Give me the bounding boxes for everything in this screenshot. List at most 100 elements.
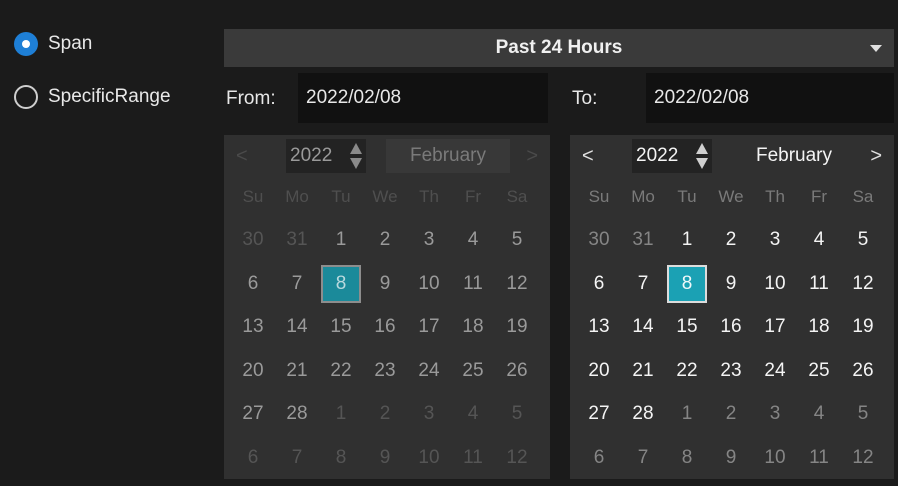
- to-day-cell[interactable]: 7: [621, 436, 665, 480]
- to-day-cell[interactable]: 3: [753, 219, 797, 263]
- to-day-cell[interactable]: 10: [753, 262, 797, 306]
- to-day-cell[interactable]: 10: [753, 436, 797, 480]
- to-day-cell[interactable]: 14: [621, 306, 665, 350]
- from-day-cell[interactable]: 20: [231, 349, 275, 393]
- to-day-cell[interactable]: 8: [665, 436, 709, 480]
- specific-range-radio-button[interactable]: [14, 85, 38, 109]
- to-day-cell[interactable]: 17: [753, 306, 797, 350]
- from-day-cell[interactable]: 7: [275, 262, 319, 306]
- to-day-cell[interactable]: 13: [577, 306, 621, 350]
- from-day-cell[interactable]: 11: [451, 262, 495, 306]
- to-day-cell[interactable]: 25: [797, 349, 841, 393]
- from-day-cell[interactable]: 21: [275, 349, 319, 393]
- from-day-cell[interactable]: 4: [451, 219, 495, 263]
- to-day-cell[interactable]: 6: [577, 436, 621, 480]
- to-day-cell[interactable]: 21: [621, 349, 665, 393]
- to-day-cell[interactable]: 23: [709, 349, 753, 393]
- to-day-cell[interactable]: 16: [709, 306, 753, 350]
- from-date-field[interactable]: 2022/02/08: [298, 73, 548, 123]
- chevron-left-icon[interactable]: <: [582, 145, 594, 168]
- from-day-cell[interactable]: 1: [319, 393, 363, 437]
- to-day-cell[interactable]: 30: [577, 219, 621, 263]
- to-day-cell[interactable]: 19: [841, 306, 885, 350]
- span-dropdown[interactable]: Past 24 Hours: [224, 29, 894, 67]
- span-radio-option[interactable]: Span: [14, 32, 92, 56]
- to-day-cell[interactable]: 12: [841, 436, 885, 480]
- to-year-spinner[interactable]: 2022: [632, 139, 712, 173]
- to-day-cell[interactable]: 1: [665, 393, 709, 437]
- from-year-spinner[interactable]: 2022: [286, 139, 366, 173]
- from-day-cell[interactable]: 2: [363, 393, 407, 437]
- from-day-cell[interactable]: 1: [319, 219, 363, 263]
- from-day-cell[interactable]: 15: [319, 306, 363, 350]
- from-day-cell[interactable]: 26: [495, 349, 539, 393]
- span-radio-button[interactable]: [14, 32, 38, 56]
- from-day-cell[interactable]: 16: [363, 306, 407, 350]
- chevron-right-icon[interactable]: >: [526, 145, 538, 168]
- from-day-cell[interactable]: 3: [407, 393, 451, 437]
- from-day-cell[interactable]: 6: [231, 436, 275, 480]
- chevron-left-icon[interactable]: <: [236, 145, 248, 168]
- from-day-cell[interactable]: 22: [319, 349, 363, 393]
- to-day-cell[interactable]: 3: [753, 393, 797, 437]
- from-day-cell[interactable]: 5: [495, 219, 539, 263]
- from-day-cell[interactable]: 3: [407, 219, 451, 263]
- to-day-cell[interactable]: 11: [797, 262, 841, 306]
- to-day-cell[interactable]: 9: [709, 262, 753, 306]
- from-day-cell[interactable]: 9: [363, 436, 407, 480]
- to-month-select[interactable]: February: [732, 139, 856, 173]
- from-day-cell[interactable]: 17: [407, 306, 451, 350]
- to-day-cell[interactable]: 4: [797, 219, 841, 263]
- to-day-cell[interactable]: 27: [577, 393, 621, 437]
- to-date-field[interactable]: 2022/02/08: [646, 73, 894, 123]
- from-day-cell[interactable]: 14: [275, 306, 319, 350]
- from-day-cell[interactable]: 8: [319, 262, 363, 306]
- to-day-cell[interactable]: 20: [577, 349, 621, 393]
- to-day-cell[interactable]: 2: [709, 219, 753, 263]
- from-day-cell[interactable]: 5: [495, 393, 539, 437]
- to-day-cell[interactable]: 12: [841, 262, 885, 306]
- from-day-cell[interactable]: 12: [495, 262, 539, 306]
- from-day-cell[interactable]: 24: [407, 349, 451, 393]
- to-day-cell[interactable]: 6: [577, 262, 621, 306]
- from-day-cell[interactable]: 9: [363, 262, 407, 306]
- to-day-cell[interactable]: 2: [709, 393, 753, 437]
- to-day-cell[interactable]: 18: [797, 306, 841, 350]
- from-day-cell[interactable]: 23: [363, 349, 407, 393]
- to-day-cell[interactable]: 7: [621, 262, 665, 306]
- to-day-cell[interactable]: 9: [709, 436, 753, 480]
- to-day-cell[interactable]: 8: [665, 262, 709, 306]
- to-day-cell[interactable]: 1: [665, 219, 709, 263]
- from-day-cell[interactable]: 12: [495, 436, 539, 480]
- from-day-cell[interactable]: 2: [363, 219, 407, 263]
- to-day-cell[interactable]: 5: [841, 219, 885, 263]
- to-day-cell[interactable]: 28: [621, 393, 665, 437]
- from-day-cell[interactable]: 25: [451, 349, 495, 393]
- from-day-cell[interactable]: 27: [231, 393, 275, 437]
- specific-range-radio-option[interactable]: SpecificRange: [14, 85, 171, 109]
- chevron-right-icon[interactable]: >: [870, 145, 882, 168]
- to-day-cell[interactable]: 5: [841, 393, 885, 437]
- to-day-cell[interactable]: 15: [665, 306, 709, 350]
- from-day-cell[interactable]: 8: [319, 436, 363, 480]
- from-day-cell[interactable]: 6: [231, 262, 275, 306]
- from-day-cell[interactable]: 18: [451, 306, 495, 350]
- from-day-cell[interactable]: 30: [231, 219, 275, 263]
- from-day-cell[interactable]: 19: [495, 306, 539, 350]
- from-day-cell[interactable]: 4: [451, 393, 495, 437]
- spinner-icon[interactable]: [350, 143, 362, 169]
- to-day-cell[interactable]: 26: [841, 349, 885, 393]
- spinner-icon[interactable]: [696, 143, 708, 169]
- from-day-cell[interactable]: 10: [407, 436, 451, 480]
- to-day-cell[interactable]: 24: [753, 349, 797, 393]
- from-day-cell[interactable]: 11: [451, 436, 495, 480]
- from-day-cell[interactable]: 13: [231, 306, 275, 350]
- to-day-cell[interactable]: 11: [797, 436, 841, 480]
- from-day-cell[interactable]: 28: [275, 393, 319, 437]
- to-day-cell[interactable]: 31: [621, 219, 665, 263]
- to-day-cell[interactable]: 4: [797, 393, 841, 437]
- caret-down-icon[interactable]: [870, 45, 882, 52]
- to-day-cell[interactable]: 22: [665, 349, 709, 393]
- from-month-select[interactable]: February: [386, 139, 510, 173]
- from-day-cell[interactable]: 7: [275, 436, 319, 480]
